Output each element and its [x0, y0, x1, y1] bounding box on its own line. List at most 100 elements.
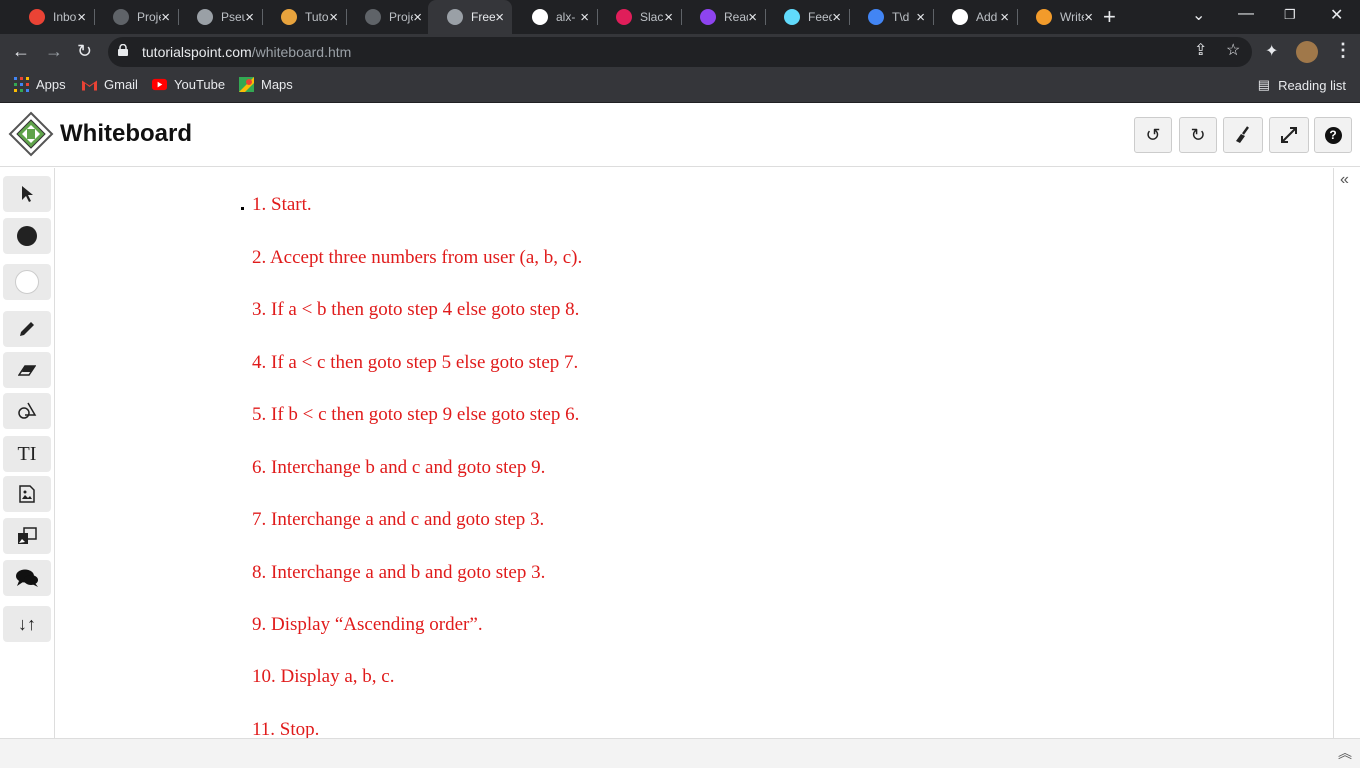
browser-tab[interactable]: Inbox×	[10, 0, 94, 34]
tab-title: Pseudocode	[221, 10, 245, 24]
tab-close-icon[interactable]: ×	[495, 10, 504, 25]
pencil-tool[interactable]	[3, 311, 51, 347]
back-button[interactable]: ←	[12, 41, 30, 61]
browser-tab[interactable]: T\d ×	[849, 0, 933, 34]
comment-tool[interactable]	[3, 560, 51, 596]
browser-tab[interactable]: Write×	[1017, 0, 1101, 34]
undo-button[interactable]: ↺	[1134, 117, 1172, 153]
browser-tab[interactable]: Slack×	[597, 0, 681, 34]
tab-title: Read	[724, 10, 748, 24]
bookmark-apps[interactable]: Apps	[14, 77, 66, 92]
browser-tab[interactable]: Add ×	[933, 0, 1017, 34]
pointer-tool[interactable]	[3, 176, 51, 212]
alx-icon	[113, 9, 129, 25]
expand-bottom-icon[interactable]: ︽	[1338, 743, 1352, 763]
google-icon	[868, 9, 884, 25]
image-tool[interactable]	[3, 476, 51, 512]
tab-close-icon[interactable]: ×	[161, 10, 170, 25]
redo-button[interactable]: ↻	[1179, 117, 1217, 153]
tab-close-icon[interactable]: ×	[1084, 10, 1093, 25]
tab-title: Projects	[137, 10, 161, 24]
tab-close-icon[interactable]: ×	[413, 10, 422, 25]
tab-close-icon[interactable]: ×	[329, 10, 338, 25]
tab-search-icon[interactable]: ⌄	[1192, 5, 1205, 25]
gmail-icon	[29, 9, 45, 25]
help-icon: ?	[1324, 126, 1342, 144]
tab-close-icon[interactable]: ×	[1000, 10, 1009, 25]
tab-title: Projects	[389, 10, 413, 24]
browser-tab[interactable]: Tutorials×	[262, 0, 346, 34]
browser-menu-icon[interactable]: ⋮	[1334, 40, 1352, 61]
apps-grid-icon	[14, 77, 29, 92]
tab-close-icon[interactable]: ×	[748, 10, 757, 25]
tutorial-icon	[281, 9, 297, 25]
bookmark-maps[interactable]: Maps	[239, 77, 293, 92]
gmail-icon	[82, 80, 97, 91]
tab-title: Add	[976, 10, 998, 24]
browser-tab[interactable]: Pseudocode×	[178, 0, 262, 34]
clear-board-button[interactable]	[1223, 117, 1263, 153]
restore-button[interactable]: ❐	[1284, 7, 1296, 23]
tab-close-icon[interactable]: ×	[832, 10, 841, 25]
eraser-tool[interactable]	[3, 352, 51, 388]
browser-tab[interactable]: Feed×	[765, 0, 849, 34]
whiteboard-canvas[interactable]: 1. Start. 2. Accept three numbers from u…	[55, 168, 1333, 738]
browser-toolbar: ← → ↻ tutorialspoint.com/whiteboard.htm …	[0, 34, 1360, 70]
reload-button[interactable]: ↻	[77, 41, 92, 61]
maps-icon	[239, 77, 254, 92]
collapse-panel-icon[interactable]: «	[1340, 171, 1349, 189]
react-icon	[784, 9, 800, 25]
media-gallery-icon	[18, 527, 37, 544]
bookmark-gmail[interactable]: Gmail	[82, 77, 138, 92]
sort-tool[interactable]: ↓↑	[3, 606, 51, 642]
fullscreen-button[interactable]	[1269, 117, 1309, 153]
reading-list-button[interactable]: ▤ Reading list	[1258, 77, 1346, 93]
share-icon[interactable]: ⇪	[1194, 40, 1207, 60]
help-button[interactable]: ?	[1314, 117, 1352, 153]
algorithm-step: 6. Interchange b and c and goto step 9.	[252, 457, 546, 478]
bookmark-label: YouTube	[174, 77, 226, 92]
tab-close-icon[interactable]: ×	[916, 10, 925, 25]
algorithm-step: 5. If b < c then goto step 9 else goto s…	[252, 404, 580, 425]
stroke-color-tool[interactable]	[3, 264, 51, 300]
forward-button[interactable]: →	[45, 41, 63, 61]
eraser-icon	[18, 365, 36, 376]
tab-close-icon[interactable]: ×	[77, 10, 86, 25]
profile-avatar[interactable]	[1296, 41, 1318, 63]
reading-list-label: Reading list	[1278, 77, 1346, 93]
tab-close-icon[interactable]: ×	[664, 10, 673, 25]
browser-tab[interactable]: Free ×	[428, 0, 512, 34]
tab-close-icon[interactable]: ×	[580, 10, 589, 25]
stroke-color-swatch-icon	[15, 270, 39, 294]
tool-sidebar: TI ↓↑	[0, 168, 55, 738]
reading-list-icon: ▤	[1257, 77, 1271, 92]
broom-icon	[1236, 126, 1249, 143]
browser-tab[interactable]: Read×	[681, 0, 765, 34]
new-tab-button[interactable]: +	[1103, 6, 1116, 28]
bookmark-star-icon[interactable]: ☆	[1226, 40, 1240, 60]
bookmark-youtube[interactable]: YouTube	[152, 77, 225, 92]
quora-icon	[1036, 9, 1052, 25]
bookmarks-bar: Apps Gmail YouTube Maps ▤ Reading list	[0, 70, 1360, 103]
tutorialspoint-icon	[447, 9, 463, 25]
reader-icon	[700, 9, 716, 25]
tab-close-icon[interactable]: ×	[245, 10, 254, 25]
close-window-button[interactable]: ✕	[1330, 5, 1343, 25]
alx-icon	[365, 9, 381, 25]
algorithm-step: 8. Interchange a and b and goto step 3.	[252, 562, 546, 583]
shapes-tool[interactable]	[3, 393, 51, 429]
browser-tab[interactable]: Projects×	[346, 0, 430, 34]
browser-tab[interactable]: alx- ×	[513, 0, 597, 34]
extensions-icon[interactable]: ✦	[1265, 41, 1278, 61]
algorithm-step: 3. If a < b then goto step 4 else goto s…	[252, 299, 580, 320]
algorithm-step: 7. Interchange a and c and goto step 3.	[252, 509, 545, 530]
fill-color-tool[interactable]	[3, 218, 51, 254]
right-panel: «	[1333, 168, 1360, 738]
browser-tab[interactable]: Projects×	[94, 0, 178, 34]
bookmark-label: Apps	[36, 77, 66, 92]
minimize-button[interactable]: —	[1238, 5, 1254, 23]
lock-icon	[118, 44, 128, 56]
text-tool[interactable]: TI	[3, 436, 51, 472]
media-tool[interactable]	[3, 518, 51, 554]
address-bar[interactable]: tutorialspoint.com/whiteboard.htm	[108, 37, 1252, 67]
